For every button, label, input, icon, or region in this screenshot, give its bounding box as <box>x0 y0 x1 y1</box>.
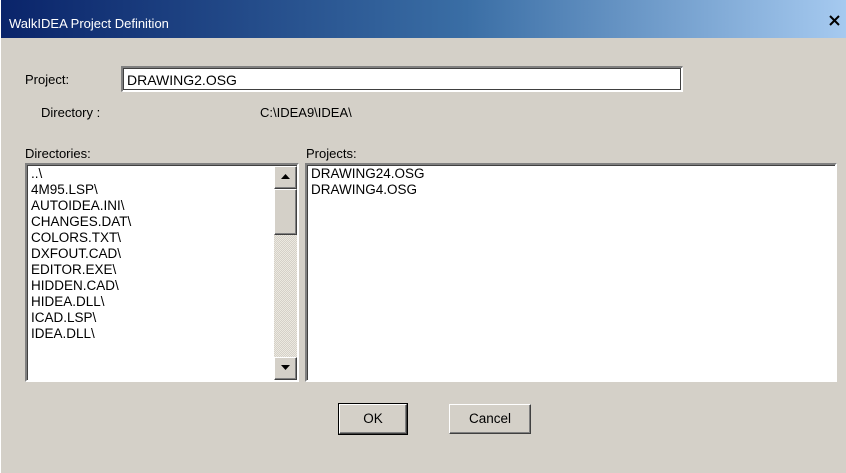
close-icon <box>828 15 840 26</box>
projects-list[interactable]: DRAWING24.OSG DRAWING4.OSG <box>305 163 837 382</box>
arrow-down-icon <box>281 365 290 370</box>
window-title: WalkIDEA Project Definition <box>9 16 169 31</box>
list-item[interactable]: COLORS.TXT\ <box>28 230 131 246</box>
list-item[interactable]: ..\ <box>28 166 131 182</box>
scroll-thumb[interactable] <box>274 189 297 235</box>
project-definition-dialog: WalkIDEA Project Definition Project: Dir… <box>0 0 846 473</box>
list-item[interactable]: CHANGES.DAT\ <box>28 214 131 230</box>
arrow-up-icon <box>281 174 290 179</box>
list-item[interactable]: 4M95.LSP\ <box>28 182 131 198</box>
title-bar[interactable]: WalkIDEA Project Definition <box>1 0 846 38</box>
close-button[interactable] <box>823 12 845 32</box>
project-label: Project: <box>25 72 70 87</box>
projects-items: DRAWING24.OSG DRAWING4.OSG <box>308 166 425 198</box>
directories-label: Directories: <box>25 146 91 161</box>
list-item[interactable]: ICAD.LSP\ <box>28 310 131 326</box>
cancel-button[interactable]: Cancel <box>449 404 531 434</box>
list-item[interactable]: HIDDEN.CAD\ <box>28 278 131 294</box>
directory-label: Directory : <box>41 105 101 120</box>
list-item[interactable]: DXFOUT.CAD\ <box>28 246 131 262</box>
ok-button[interactable]: OK <box>338 403 408 435</box>
list-item[interactable]: HIDEA.DLL\ <box>28 294 131 310</box>
project-input[interactable] <box>121 66 683 92</box>
directory-value: C:\IDEA9\IDEA\ <box>260 105 352 120</box>
scroll-up-button[interactable] <box>274 166 297 189</box>
projects-label: Projects: <box>306 146 357 161</box>
directories-scrollbar[interactable] <box>274 166 297 380</box>
list-item[interactable]: DRAWING24.OSG <box>308 166 425 182</box>
directories-items: ..\ 4M95.LSP\ AUTOIDEA.INI\ CHANGES.DAT\… <box>28 166 131 342</box>
list-item[interactable]: EDITOR.EXE\ <box>28 262 131 278</box>
scroll-down-button[interactable] <box>274 357 297 380</box>
list-item[interactable]: DRAWING4.OSG <box>308 182 425 198</box>
directories-list[interactable]: ..\ 4M95.LSP\ AUTOIDEA.INI\ CHANGES.DAT\… <box>25 163 299 382</box>
list-item[interactable]: AUTOIDEA.INI\ <box>28 198 131 214</box>
list-item[interactable]: IDEA.DLL\ <box>28 326 131 342</box>
